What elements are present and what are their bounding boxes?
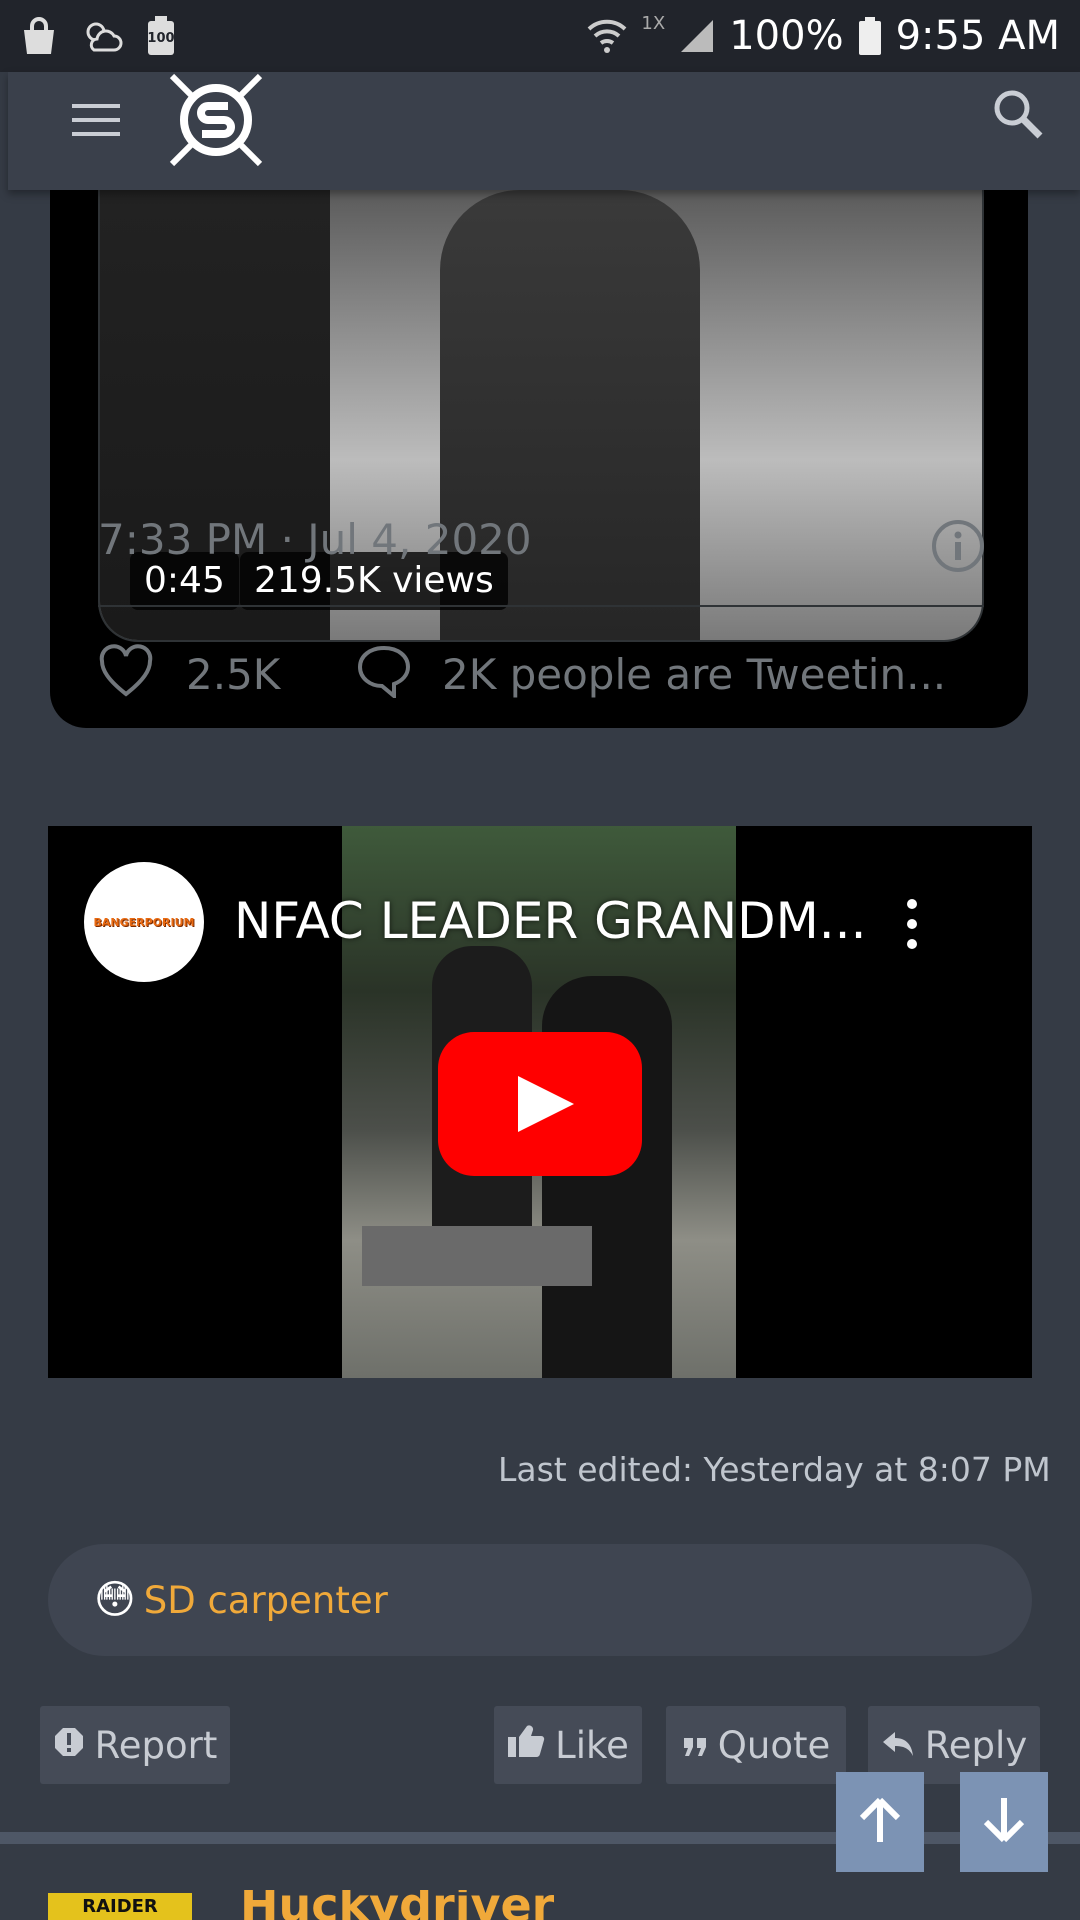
channel-avatar[interactable]: BANGERPORIUM [84,862,204,982]
tweet-embed[interactable]: 0:45 219.5K views 7:33 PM · Jul 4, 2020 … [50,150,1028,728]
battery-badge-text: 100 [147,30,175,46]
tweet-tweeting-count[interactable]: 2K people are Tweetin... [442,650,946,699]
reply-label: Reply [924,1723,1028,1767]
youtube-video-title[interactable]: NFAC LEADER GRANDM... [234,892,866,950]
quote-label: Quote [717,1723,831,1767]
report-label: Report [94,1723,218,1767]
site-logo[interactable] [166,72,266,172]
app-header [8,72,1080,190]
channel-avatar-text: BANGERPORIUM [93,915,195,929]
scroll-down-button[interactable] [960,1772,1048,1872]
reply-arrow-icon [881,1724,915,1767]
weather-cloud-icon [80,16,124,56]
tweet-timestamp[interactable]: 7:33 PM · Jul 4, 2020 [98,515,532,564]
youtube-embed[interactable]: BANGERPORIUM NFAC LEADER GRANDM... [48,826,1032,1378]
battery-badge-icon: 100 [146,15,176,57]
tweet-video-thumbnail[interactable]: 0:45 219.5K views [98,190,984,642]
scroll-up-button[interactable] [836,1772,924,1872]
more-options-icon[interactable] [900,898,924,954]
next-post-avatar[interactable]: RAIDER [48,1893,192,1920]
quote-icon [682,1724,708,1767]
comment-icon[interactable] [356,644,412,702]
like-button[interactable]: Like [494,1706,642,1784]
arrow-down-icon [982,1796,1026,1848]
next-post-username[interactable]: Huckydriver [240,1890,554,1920]
network-rate: 1X [641,12,666,34]
arrow-up-icon [858,1796,902,1848]
shopping-bag-icon [20,16,58,56]
alert-icon [53,1724,85,1767]
tweet-like-count[interactable]: 2.5K [186,650,280,699]
video-scene-table [362,1226,592,1286]
heart-icon[interactable] [98,644,154,702]
search-icon[interactable] [990,86,1046,146]
battery-icon [858,16,882,56]
like-label: Like [555,1723,629,1767]
last-edited-text: Last edited: Yesterday at 8:07 PM [498,1450,1051,1489]
signal-icon [679,18,715,54]
astonished-emoji-icon: 😳 [94,1577,136,1623]
reaction-user-link[interactable]: SD carpenter [144,1579,388,1622]
thumbs-up-icon [507,1724,545,1767]
wifi-icon [587,17,627,55]
reactions-bar[interactable]: 😳 SD carpenter [48,1544,1032,1656]
report-button[interactable]: Report [40,1706,230,1784]
quote-button[interactable]: Quote [666,1706,846,1784]
battery-percent: 100% [729,13,844,59]
youtube-play-button-icon[interactable] [438,1032,642,1180]
info-icon[interactable] [930,518,986,578]
status-bar: 100 1X 100% 9:55 AM [0,0,1080,72]
menu-icon[interactable] [70,100,124,144]
tweet-divider [98,605,984,607]
clock: 9:55 AM [895,13,1060,59]
